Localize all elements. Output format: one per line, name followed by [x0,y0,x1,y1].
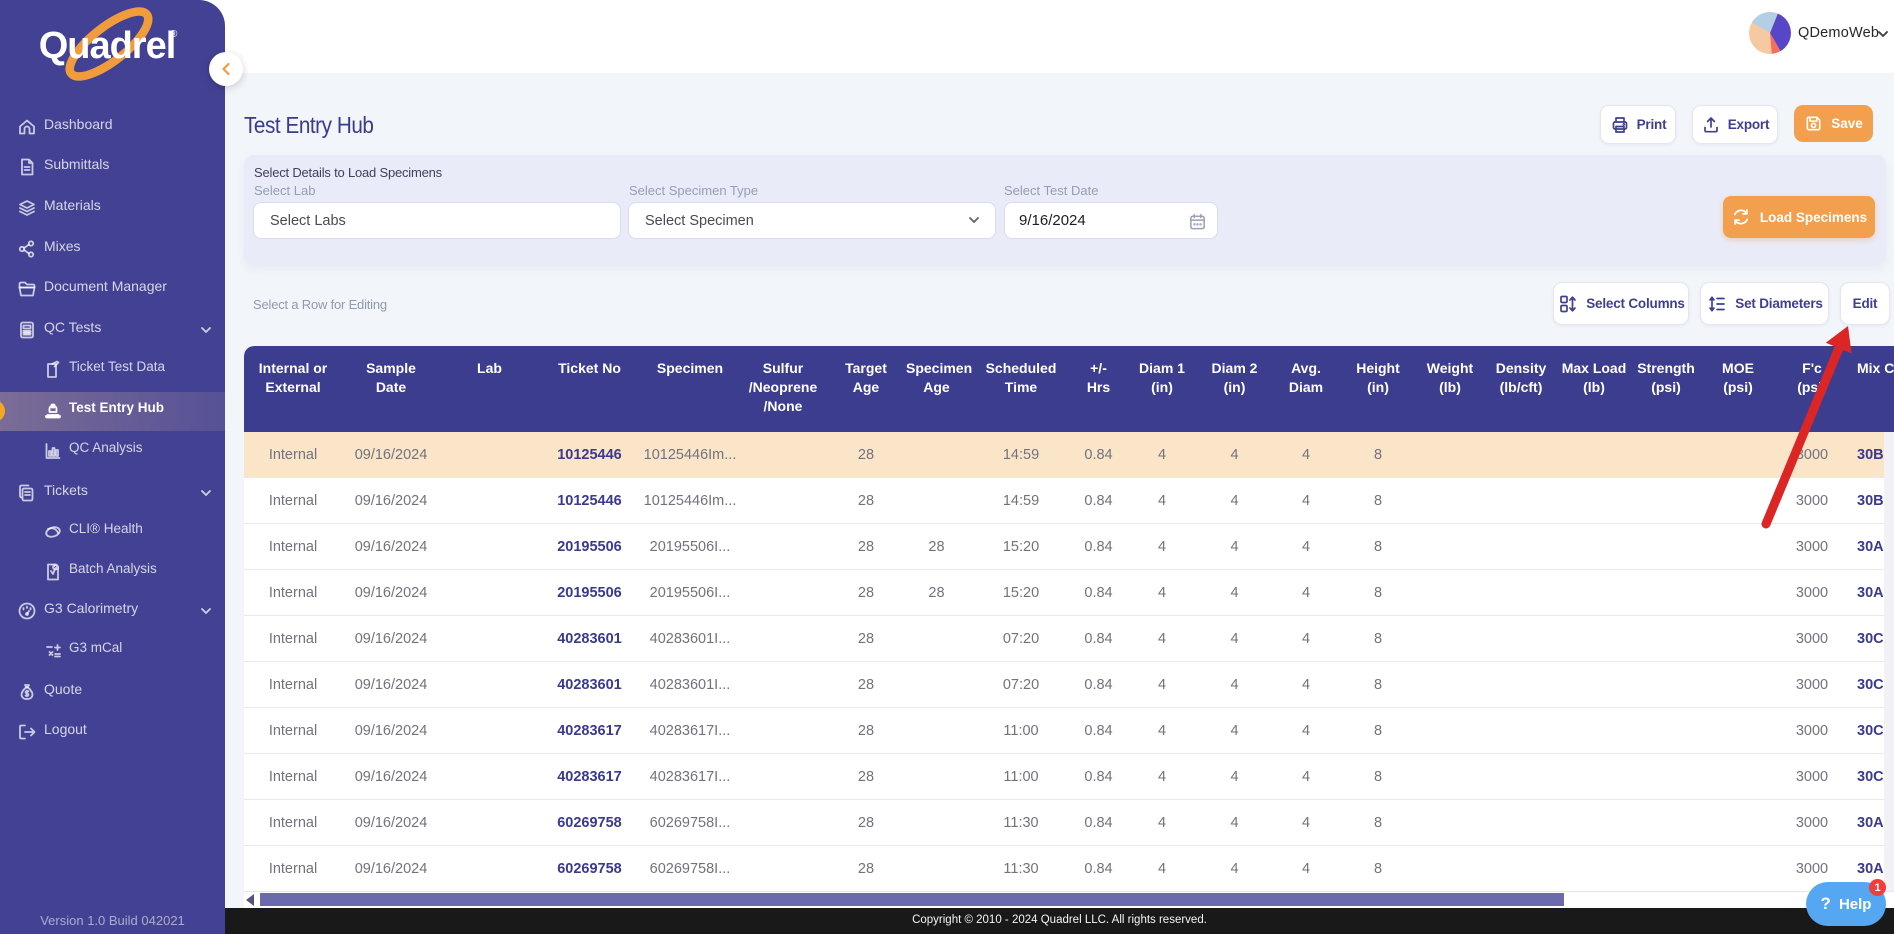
svg-text:Quadrel: Quadrel [39,25,176,67]
svg-text:®: ® [170,29,178,40]
svg-text:9: 9 [54,565,57,571]
